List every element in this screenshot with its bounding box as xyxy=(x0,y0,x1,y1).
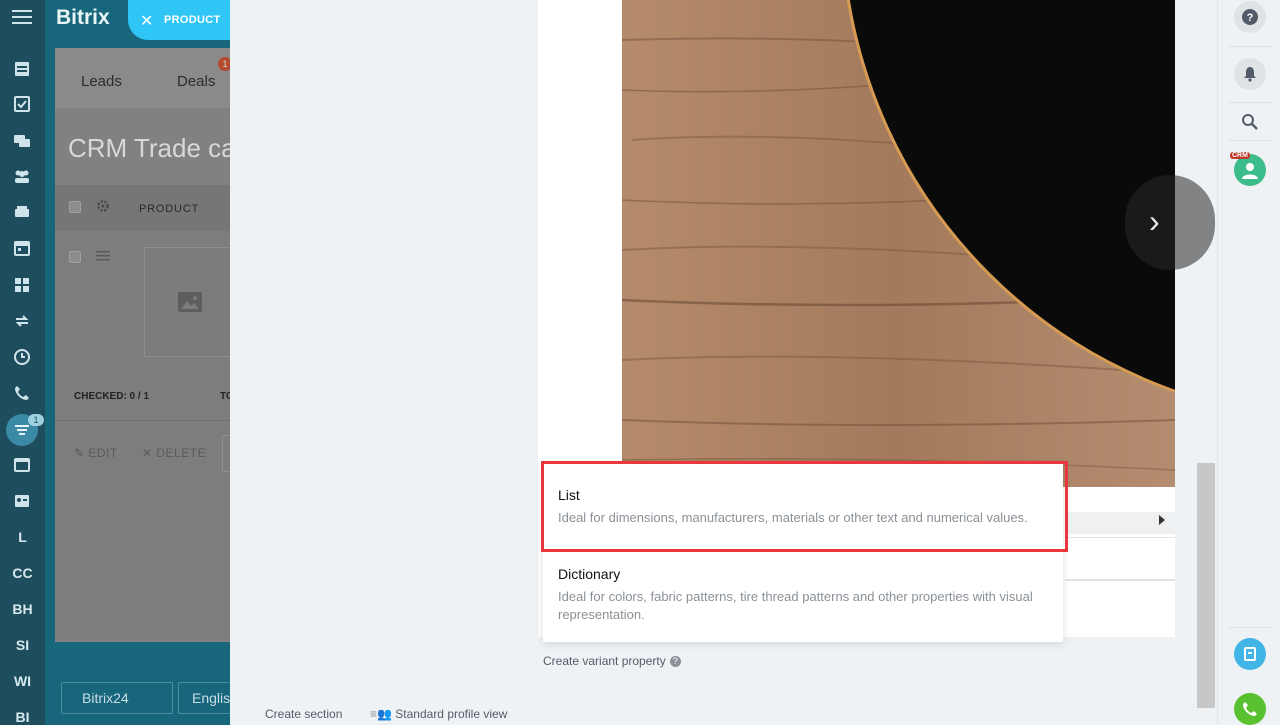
contact-card-icon[interactable] xyxy=(12,492,32,510)
separator xyxy=(1228,46,1273,47)
menu-item-dictionary-title: Dictionary xyxy=(558,566,621,582)
automation-icon[interactable] xyxy=(12,312,32,330)
left-navigation: 1 L CC BH SI WI BI xyxy=(0,0,45,725)
user-icon xyxy=(1242,163,1258,179)
nav-item-si[interactable]: SI xyxy=(0,637,45,653)
search-icon xyxy=(1242,114,1258,130)
filter-badge: 1 xyxy=(28,414,44,426)
crm-tag: CRM xyxy=(1230,152,1250,159)
svg-text:?: ? xyxy=(1247,12,1254,24)
sites-icon[interactable] xyxy=(12,456,32,474)
phone-icon xyxy=(1243,702,1257,716)
standard-profile-view-link[interactable]: ≡👥 Standard profile view xyxy=(370,707,507,721)
call-button[interactable] xyxy=(1234,693,1266,725)
separator xyxy=(1228,627,1273,628)
image-icon xyxy=(178,292,202,312)
brand-logo: Bitrix xyxy=(56,6,110,29)
page-title: CRM Trade cat xyxy=(68,133,243,163)
edit-button[interactable]: ✎ EDIT xyxy=(74,446,118,460)
delete-label: DELETE xyxy=(156,446,207,460)
separator xyxy=(1065,579,1175,581)
next-image-button[interactable]: › xyxy=(1125,175,1215,270)
time-icon[interactable] xyxy=(12,348,32,366)
nav-item-wi[interactable]: WI xyxy=(0,673,45,689)
checked-counter: CHECKED: 0 / 1 xyxy=(74,391,150,402)
tasks-icon[interactable] xyxy=(12,95,32,113)
nav-item-cc[interactable]: CC xyxy=(0,565,45,581)
notifications-button[interactable] xyxy=(1234,58,1266,90)
nav-item-l[interactable]: L xyxy=(0,529,45,545)
phone-icon[interactable] xyxy=(12,384,32,402)
close-pill-label: PRODUCT xyxy=(164,14,221,26)
gear-icon[interactable] xyxy=(96,199,110,213)
drive-button[interactable] xyxy=(1234,638,1266,670)
column-header-product[interactable]: PRODUCT xyxy=(139,203,199,215)
bell-icon xyxy=(1244,67,1256,82)
feed-icon[interactable] xyxy=(12,60,32,78)
chat-icon[interactable] xyxy=(12,132,32,150)
x-icon: ✕ xyxy=(142,446,157,460)
question-icon: ? xyxy=(1242,9,1258,25)
calendar-icon[interactable] xyxy=(12,239,32,257)
menu-item-dictionary[interactable]: Dictionary Ideal for colors, fabric patt… xyxy=(543,566,1063,624)
language-button[interactable]: Englis xyxy=(178,682,230,714)
edit-label: EDIT xyxy=(88,446,118,460)
action-select[interactable] xyxy=(222,435,230,472)
product-photo[interactable] xyxy=(622,0,1175,487)
row-checkbox[interactable] xyxy=(69,251,81,263)
help-button[interactable]: ? xyxy=(1234,1,1266,33)
apps-icon[interactable] xyxy=(12,276,32,294)
select-all-checkbox[interactable] xyxy=(69,201,81,213)
create-section-link[interactable]: Create section xyxy=(265,707,342,721)
photo-svg xyxy=(622,0,1175,487)
separator xyxy=(1065,537,1175,538)
document-icon xyxy=(1244,647,1256,661)
scrollbar[interactable] xyxy=(1197,463,1215,708)
nav-item-bh[interactable]: BH xyxy=(0,601,45,617)
arrow-right-icon xyxy=(1159,515,1165,525)
divider xyxy=(55,420,230,421)
product-image-placeholder[interactable] xyxy=(144,247,234,357)
separator xyxy=(1228,102,1273,103)
tab-deals[interactable]: Deals xyxy=(177,73,215,90)
help-icon[interactable]: ? xyxy=(669,656,681,668)
separator xyxy=(1228,140,1273,141)
drive-icon[interactable] xyxy=(12,203,32,221)
tab-leads[interactable]: Leads xyxy=(81,73,122,90)
search-button[interactable] xyxy=(1234,106,1266,138)
workgroups-icon[interactable] xyxy=(12,167,32,185)
nav-item-bi[interactable]: BI xyxy=(0,709,45,725)
bitrix24-button[interactable]: Bitrix24 xyxy=(61,682,173,714)
people-icon: ≡👥 xyxy=(370,707,396,721)
create-variant-property-label: Create variant property xyxy=(543,654,666,668)
highlight-box xyxy=(541,461,1068,552)
drag-handle-icon[interactable] xyxy=(96,250,110,262)
menu-icon[interactable] xyxy=(12,10,32,24)
standard-profile-view-label: Standard profile view xyxy=(395,707,508,721)
chevron-right-icon: › xyxy=(1149,203,1160,239)
create-variant-property-link[interactable]: Create variant property? xyxy=(543,654,681,668)
menu-item-dictionary-description: Ideal for colors, fabric patterns, tire … xyxy=(558,589,1033,622)
pencil-icon: ✎ xyxy=(74,446,89,460)
delete-button[interactable]: ✕ DELETE xyxy=(142,446,206,460)
close-icon: ✕ xyxy=(140,13,154,30)
close-slider-button[interactable]: ✕ PRODUCT xyxy=(128,0,230,40)
